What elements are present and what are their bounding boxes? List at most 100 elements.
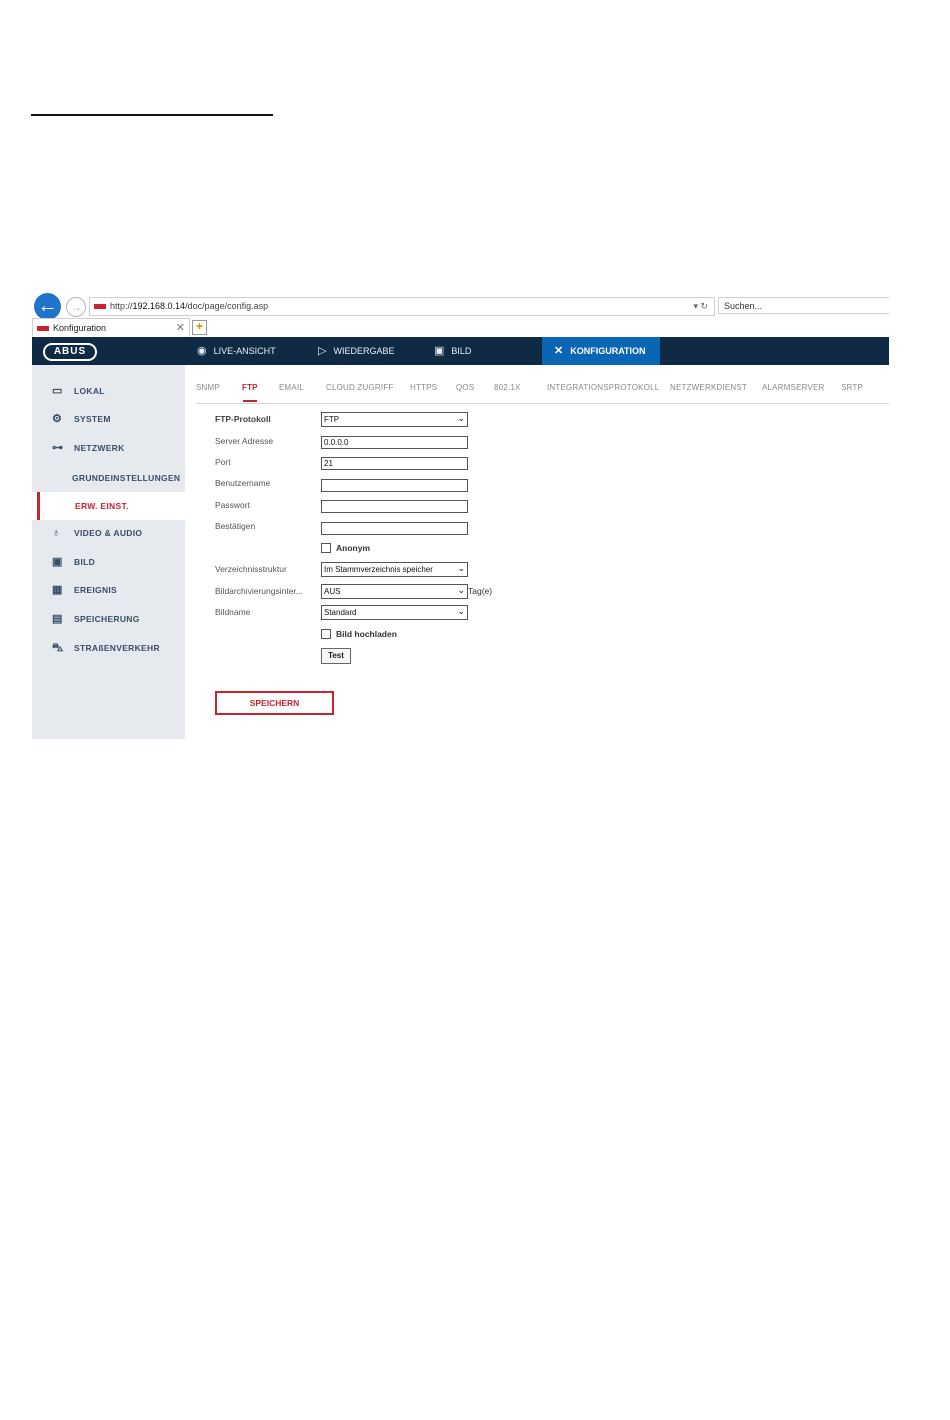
save-button[interactable]: SPEICHERN	[215, 691, 334, 715]
sidebar-item-label: BILD	[74, 557, 96, 567]
server-address-input[interactable]: 0.0.0.0	[321, 436, 468, 449]
browser-search-input[interactable]: Suchen...	[718, 297, 889, 314]
new-tab-icon[interactable]: ✚	[192, 320, 207, 335]
server-address-label: Server Adresse	[215, 436, 274, 446]
tab-snmp[interactable]: SNMP	[196, 383, 220, 392]
chevron-down-icon: ⌄	[457, 606, 465, 616]
tab-email[interactable]: EMAIL	[279, 383, 304, 392]
address-bar-row: ← → http://192.168.0.14/doc/page/config.…	[32, 291, 889, 320]
sidebar-item-label: ERW. EINST.	[75, 501, 129, 511]
directory-structure-label: Verzeichnisstruktur	[215, 564, 287, 574]
sidebar-item-label: EREIGNIS	[74, 585, 118, 595]
port-label: Port	[215, 457, 231, 467]
image-name-label: Bildname	[215, 607, 251, 617]
password-label: Passwort	[215, 500, 250, 510]
app-navbar: ABUS ◉ LIVE-ANSICHT ▷ WIEDERGABE ▣ BILD ✕ KO…	[32, 337, 889, 365]
settings-tabs: SNMP FTP EMAIL CLOUD ZUGRIFF HTTPS QOS 8…	[196, 375, 889, 404]
tools-icon: ✕	[554, 345, 564, 357]
sidebar-item-label: STRAßENVERKEHR	[74, 643, 160, 653]
image-icon: ▣	[434, 345, 445, 357]
nav-live-view[interactable]: ◉ LIVE-ANSICHT	[197, 337, 276, 365]
sidebar-item-network[interactable]: ⊶ NETZWERK	[32, 434, 185, 462]
monitor-icon: ▭	[52, 385, 63, 397]
upload-image-checkbox[interactable]	[321, 629, 331, 639]
nav-picture-label: BILD	[451, 346, 472, 356]
sidebar-item-image[interactable]: ▣ BILD	[32, 548, 185, 576]
tab-cloud-access[interactable]: CLOUD ZUGRIFF	[326, 383, 394, 392]
days-suffix: Tag(e)	[468, 586, 493, 596]
nav-configuration-label: KONFIGURATION	[570, 346, 646, 356]
browser-screenshot: ← → http://192.168.0.14/doc/page/config.…	[32, 291, 889, 739]
tab-integration-protocol[interactable]: INTEGRATIONSPROTOKOLL	[547, 383, 659, 392]
sidebar-item-video-audio[interactable]: ♁ VIDEO & AUDIO	[32, 519, 185, 547]
archive-interval-label: Bildarchivierungsinter...	[215, 586, 303, 596]
heading-underline	[31, 114, 273, 116]
tab-favicon-icon	[37, 325, 49, 331]
tab-8021x[interactable]: 802.1X	[494, 383, 521, 392]
browser-tab-bar: Konfiguration ✕ ✚	[32, 318, 889, 338]
floppy-disk-icon: ▤	[52, 613, 63, 625]
ftp-protocol-value: FTP	[324, 415, 340, 424]
directory-structure-select[interactable]: Im Stammverzeichnis speicher ⌄	[321, 562, 468, 577]
sidebar-item-traffic[interactable]: ⛍ STRAßENVERKEHR	[32, 634, 185, 662]
url-prefix: http://	[110, 301, 133, 311]
nav-picture[interactable]: ▣ BILD	[434, 337, 471, 365]
nav-live-view-label: LIVE-ANSICHT	[213, 346, 276, 356]
sidebar-item-local[interactable]: ▭ LOKAL	[32, 377, 185, 405]
password-input[interactable]	[321, 500, 468, 513]
sidebar-item-label: GRUNDEINSTELLUNGEN	[72, 473, 181, 483]
sidebar-item-label: NETZWERK	[74, 443, 125, 453]
tab-srtp[interactable]: SRTP	[841, 383, 863, 392]
sidebar-item-label: SPEICHERUNG	[74, 614, 140, 624]
refresh-icon[interactable]: ▾ ↻	[693, 298, 708, 315]
nav-configuration[interactable]: ✕ KONFIGURATION	[542, 337, 660, 365]
browser-tab-title: Konfiguration	[53, 323, 107, 333]
car-icon: ⛍	[52, 642, 64, 654]
tab-https[interactable]: HTTPS	[410, 383, 437, 392]
username-label: Benutzername	[215, 478, 271, 488]
microphone-icon: ♁	[52, 527, 61, 539]
archive-interval-select[interactable]: AUS ⌄	[321, 584, 468, 599]
confirm-password-input[interactable]	[321, 522, 468, 535]
browser-tab[interactable]: Konfiguration ✕	[32, 318, 190, 337]
tab-alarm-server[interactable]: ALARMSERVER	[762, 383, 825, 392]
archive-interval-value: AUS	[324, 587, 341, 596]
url-host: 192.168.0.14	[132, 301, 186, 311]
nav-playback[interactable]: ▷ WIEDERGABE	[318, 337, 394, 365]
ftp-protocol-label: FTP-Protokoll	[215, 414, 271, 424]
tab-network-service[interactable]: NETZWERKDIENST	[670, 383, 747, 392]
forward-arrow-icon[interactable]: →	[66, 297, 86, 317]
sidebar-item-system[interactable]: ⚙ SYSTEM	[32, 405, 185, 433]
sidebar-item-storage[interactable]: ▤ SPEICHERUNG	[32, 605, 185, 633]
test-button[interactable]: Test	[321, 648, 351, 664]
directory-structure-value: Im Stammverzeichnis speicher	[324, 565, 433, 574]
close-icon[interactable]: ✕	[176, 319, 185, 337]
eye-icon: ◉	[197, 345, 207, 357]
gear-icon: ⚙	[52, 413, 63, 425]
nav-playback-label: WIEDERGABE	[333, 346, 395, 356]
sidebar-item-label: LOKAL	[74, 386, 105, 396]
tab-ftp[interactable]: FTP	[242, 383, 258, 402]
network-icon: ⊶	[52, 442, 64, 454]
chevron-down-icon: ⌄	[457, 585, 465, 595]
sidebar-item-basic-settings[interactable]: GRUNDEINSTELLUNGEN	[32, 464, 185, 492]
ftp-protocol-select[interactable]: FTP ⌄	[321, 412, 468, 427]
sidebar-item-advanced-settings[interactable]: ERW. EINST.	[32, 492, 185, 520]
sidebar: ▭ LOKAL ⚙ SYSTEM ⊶ NETZWERK GRUNDEINSTELLUN…	[32, 365, 185, 739]
upload-image-label: Bild hochladen	[336, 629, 397, 639]
chevron-down-icon: ⌄	[457, 563, 465, 573]
calendar-icon: ▦	[52, 584, 63, 596]
url-field[interactable]: http://192.168.0.14/doc/page/config.asp …	[89, 297, 715, 316]
tab-qos[interactable]: QOS	[456, 383, 474, 392]
url-path: /doc/page/config.asp	[185, 301, 269, 311]
anonymous-label: Anonym	[336, 543, 370, 553]
image-name-select[interactable]: Standard ⌄	[321, 605, 468, 620]
anonymous-checkbox[interactable]	[321, 543, 331, 553]
sidebar-item-event[interactable]: ▦ EREIGNIS	[32, 576, 185, 604]
image-icon: ▣	[52, 556, 63, 568]
back-arrow-icon[interactable]: ←	[34, 293, 61, 320]
username-input[interactable]	[321, 479, 468, 492]
image-name-value: Standard	[324, 608, 357, 617]
port-input[interactable]: 21	[321, 457, 468, 470]
abus-logo: ABUS	[43, 343, 97, 361]
